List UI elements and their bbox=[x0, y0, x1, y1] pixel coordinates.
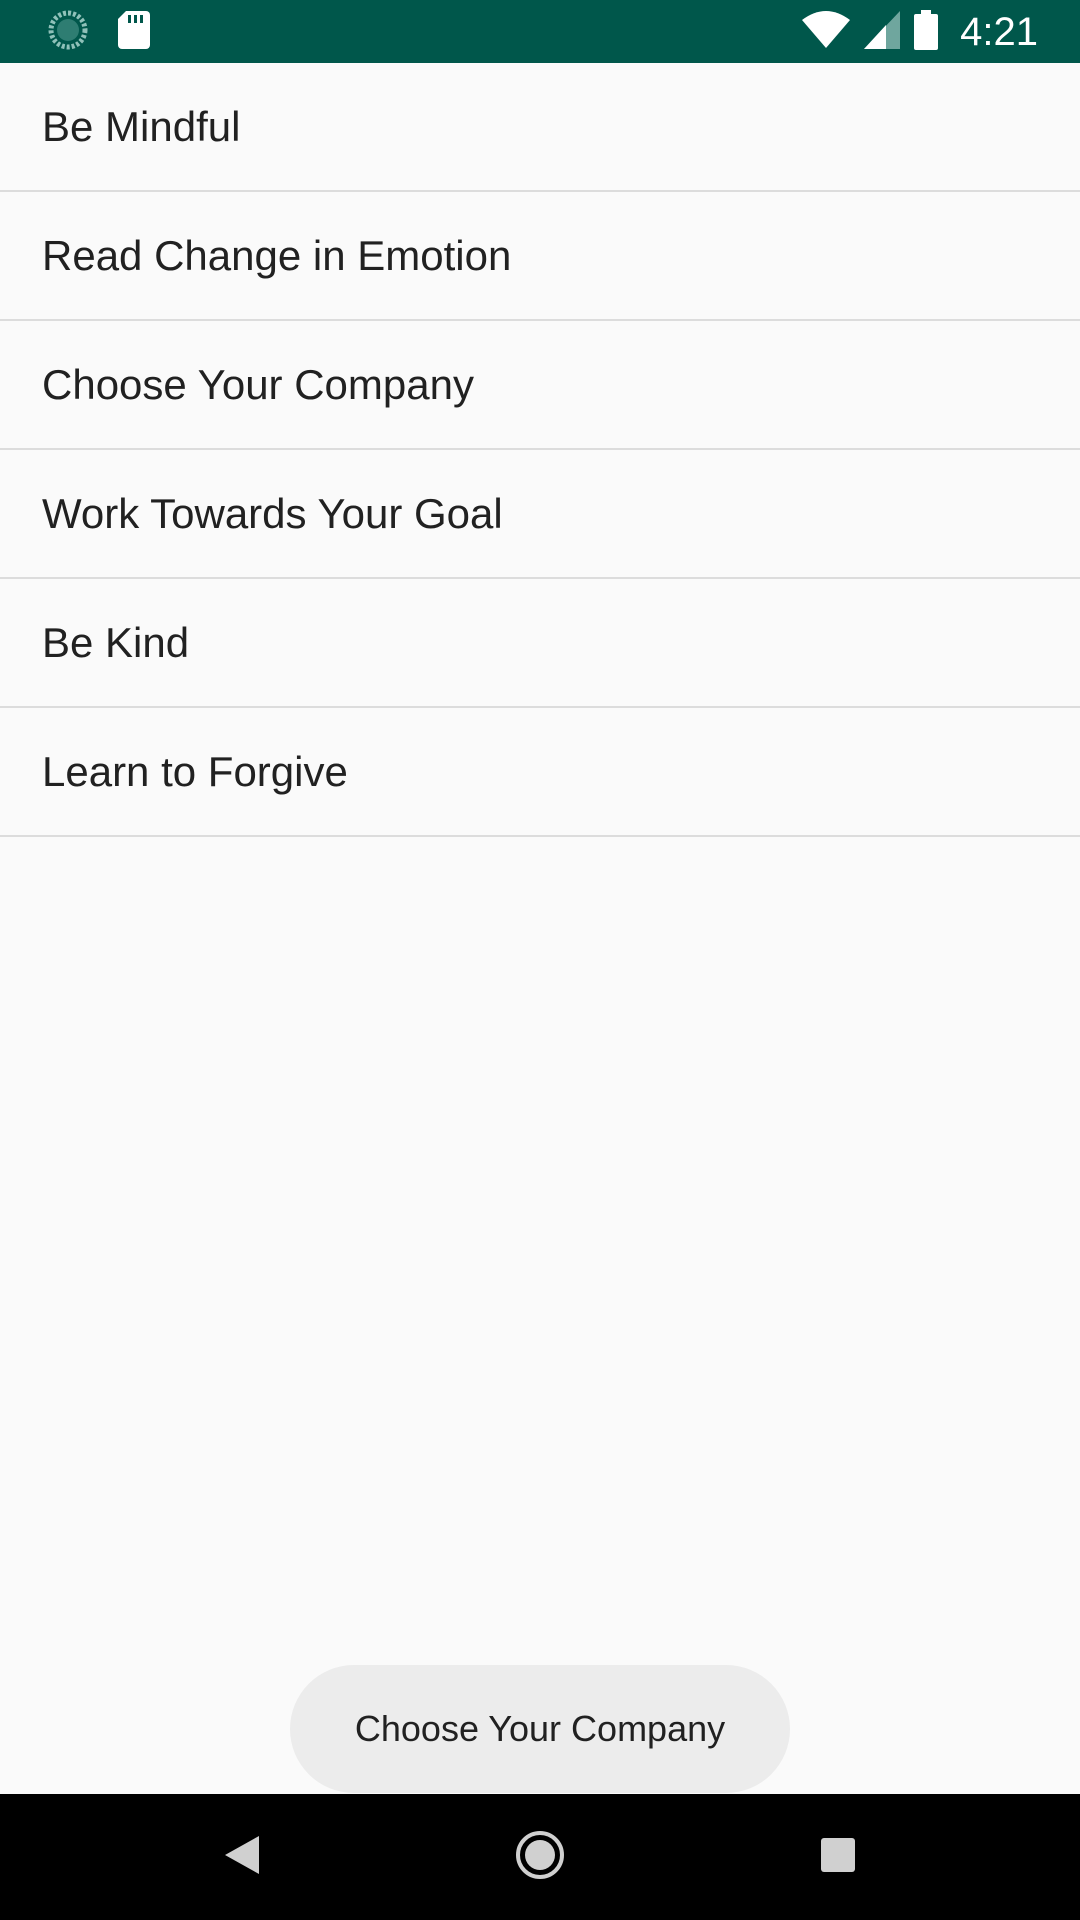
list-item-label: Choose Your Company bbox=[42, 360, 474, 408]
list-item-label: Work Towards Your Goal bbox=[42, 489, 503, 537]
back-icon bbox=[225, 1835, 259, 1879]
battery-icon bbox=[914, 9, 939, 55]
home-button[interactable] bbox=[480, 1794, 600, 1920]
status-bar: 4:21 bbox=[0, 0, 1080, 63]
list-item-label: Read Change in Emotion bbox=[42, 231, 512, 279]
toast-message: Choose Your Company bbox=[354, 1708, 726, 1749]
back-button[interactable] bbox=[182, 1794, 302, 1920]
list-item[interactable]: Be Kind bbox=[0, 579, 1080, 708]
strategy-list: Be Mindful Read Change in Emotion Choose… bbox=[0, 63, 1080, 837]
status-time: 4:21 bbox=[960, 9, 1038, 54]
main-content: Be Mindful Read Change in Emotion Choose… bbox=[0, 63, 1080, 1794]
status-bar-left bbox=[48, 10, 150, 55]
status-bar-right: 4:21 bbox=[802, 9, 1038, 55]
list-item-label: Learn to Forgive bbox=[42, 747, 348, 795]
list-item-label: Be Mindful bbox=[42, 102, 241, 150]
list-item[interactable]: Be Mindful bbox=[0, 63, 1080, 192]
recents-button[interactable] bbox=[778, 1794, 898, 1920]
toast: Choose Your Company bbox=[290, 1665, 790, 1793]
navigation-bar bbox=[0, 1794, 1080, 1920]
list-item[interactable]: Learn to Forgive bbox=[0, 708, 1080, 837]
list-item[interactable]: Work Towards Your Goal bbox=[0, 450, 1080, 579]
sd-card-icon bbox=[118, 10, 150, 54]
home-icon bbox=[515, 1830, 565, 1885]
list-item[interactable]: Choose Your Company bbox=[0, 321, 1080, 450]
signal-icon bbox=[864, 10, 901, 54]
recents-icon bbox=[821, 1837, 855, 1877]
wifi-icon bbox=[802, 10, 851, 55]
list-item[interactable]: Read Change in Emotion bbox=[0, 192, 1080, 321]
list-item-label: Be Kind bbox=[42, 618, 190, 666]
sync-icon bbox=[48, 10, 88, 55]
